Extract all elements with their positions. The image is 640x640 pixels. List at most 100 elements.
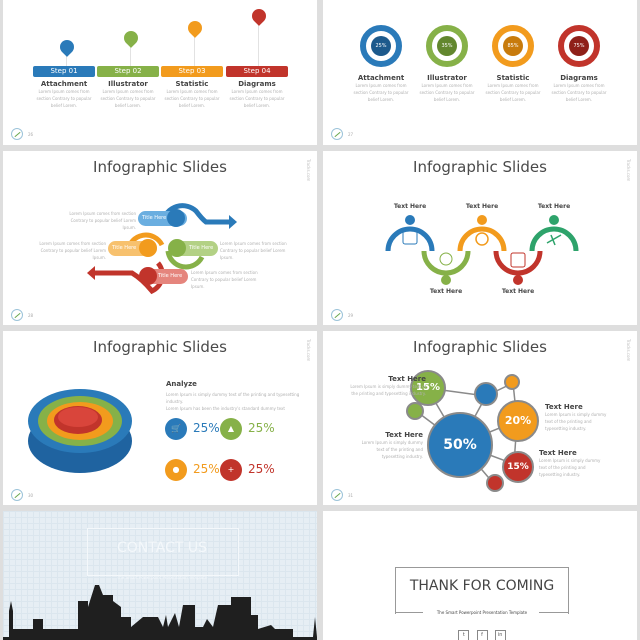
- flow-text: Lorem Ipsum comes from section Contrary …: [191, 269, 271, 290]
- people-icon: ●: [165, 459, 187, 481]
- analyze-text-line: Lorem Ipsum has been the industry's stan…: [166, 406, 285, 411]
- skyline-silhouette: [3, 585, 317, 640]
- bubble-label-heading: Text Here: [388, 375, 426, 383]
- sliders-icon: [510, 252, 526, 268]
- logo-icon: [11, 128, 23, 140]
- stat-value: 25%: [248, 462, 275, 476]
- flow-text-line: Contrary to popular belief Lorem Ipsum.: [40, 248, 106, 260]
- arrow-head-right: [229, 215, 237, 229]
- thanks-subtitle: The Smart Powerpoint Presentation Templa…: [436, 610, 528, 615]
- logo-icon: [331, 489, 343, 501]
- wave-dot: [405, 215, 415, 225]
- slide-bubbles[interactable]: Infographic Slides Tracks.com 50% 20% 15…: [323, 331, 637, 505]
- wave-segment-teal: [529, 226, 579, 252]
- step-title: Diagrams: [238, 80, 276, 88]
- flow-text-line: Contrary to popular belief Lorem Ipsum.: [70, 218, 136, 230]
- step-text: Lorem Ipsum comes from section Contrary …: [36, 89, 92, 108]
- step-column: Attachment Lorem Ipsum comes from sectio…: [33, 80, 95, 109]
- brush-icon: [121, 28, 141, 48]
- bubble-label-text: Lorem Ipsum is simply dummy text of the …: [545, 412, 607, 431]
- bubble-medium: 20%: [497, 400, 539, 442]
- flow-text-line: Lorem Ipsum comes from section: [39, 241, 106, 246]
- twitter-icon[interactable]: t: [458, 630, 470, 640]
- wave-dot: [441, 275, 451, 285]
- ring-text: Lorem Ipsum comes from section Contrary …: [353, 83, 409, 102]
- slide-contact[interactable]: CONTACT US The Smart Powerpoint Presenta…: [3, 511, 317, 640]
- page-number: 26: [28, 132, 34, 137]
- user-icon: [504, 374, 520, 390]
- slide-analyze[interactable]: Infographic Slides Tracks.com Analyze Lo…: [3, 331, 317, 505]
- stat-value: 25%: [193, 462, 220, 476]
- bubble-small: 15%: [502, 451, 534, 483]
- slide-wave-timeline[interactable]: Infographic Slides Tracks.com Text Here …: [323, 151, 637, 325]
- flow-text-line: Lorem Ipsum comes from section: [69, 211, 136, 216]
- contact-heading: CONTACT US: [117, 540, 207, 556]
- bubble-label: Text Here Lorem Ipsum is simply dummy te…: [358, 431, 423, 460]
- flow-text-line: Contrary to popular belief Lorem Ipsum.: [191, 277, 257, 289]
- bubble-label-text: Lorem Ipsum is simply dummy text of the …: [350, 384, 426, 396]
- step-column: Statistic Lorem Ipsum comes from section…: [161, 80, 223, 109]
- facebook-icon[interactable]: f: [476, 630, 488, 640]
- slide-title: Infographic Slides: [93, 338, 227, 356]
- slide-arrow-flow[interactable]: Infographic Slides Tracks.com Title Here…: [3, 151, 317, 325]
- step-label: Step 01: [33, 66, 95, 77]
- step-title: Attachment: [40, 80, 88, 88]
- stat-value: 25%: [193, 421, 220, 435]
- flow-paths: [87, 203, 237, 295]
- side-label: Tracks.com: [306, 339, 311, 362]
- step-text: Lorem Ipsum comes from section Contrary …: [164, 89, 220, 108]
- flow-text: Lorem Ipsum comes from section Contrary …: [220, 240, 300, 261]
- wave-segment-green: [421, 250, 471, 276]
- 3d-ring-chart: [28, 389, 132, 473]
- page-number: 29: [348, 313, 354, 318]
- slide-steps[interactable]: Step 01 Step 02 Step 03 Step 04 Attachme…: [3, 0, 317, 145]
- ring-column: Statistic Lorem Ipsum comes from section…: [482, 74, 544, 103]
- ring-text: Lorem Ipsum comes from section Contrary …: [551, 83, 607, 102]
- wave-label: Text Here: [465, 203, 499, 210]
- slide-progress-rings[interactable]: 25% 35% 85% 75% Attachment Lorem Ipsum c…: [323, 0, 637, 145]
- page-number: 31: [348, 493, 354, 498]
- graduation-cap-icon: ▲: [220, 418, 242, 440]
- step-label: Step 02: [97, 66, 159, 77]
- home-icon: [474, 382, 498, 406]
- ring-title: Diagrams: [560, 74, 598, 82]
- city-skyline: [3, 585, 317, 640]
- page-number: 28: [28, 313, 34, 318]
- thanks-heading: THANK FOR COMING: [409, 578, 555, 594]
- logo-icon: [11, 309, 23, 321]
- flow-text-line: Contrary to popular belief Lorem Ipsum.: [220, 248, 286, 260]
- ring-value: 75%: [569, 36, 589, 56]
- flow-text-line: Lorem Ipsum comes from section: [191, 270, 258, 275]
- analyze-text: Lorem Ipsum is simply dummy text of the …: [166, 391, 306, 412]
- step-text: Lorem Ipsum comes from section Contrary …: [229, 89, 285, 108]
- ring-column: Illustrator Lorem Ipsum comes from secti…: [416, 74, 478, 103]
- step-title: Statistic: [175, 80, 209, 88]
- ring-title: Statistic: [496, 74, 530, 82]
- bar-chart-icon: [168, 239, 186, 257]
- bubble-label-heading: Text Here: [545, 403, 583, 411]
- wave-segment-red: [493, 250, 543, 276]
- slide-thank-you[interactable]: THANK FOR COMING The Smart Powerpoint Pr…: [323, 511, 637, 640]
- calendar-icon: [402, 230, 418, 245]
- linkedin-icon[interactable]: in: [494, 630, 506, 640]
- shield-icon: [406, 402, 424, 420]
- bubble-label-text: Lorem Ipsum is simply dummy text of the …: [361, 440, 423, 459]
- step-text: Lorem Ipsum comes from section Contrary …: [100, 89, 156, 108]
- dollar-icon: [139, 267, 157, 285]
- ring-value: 85%: [503, 36, 523, 56]
- step-column: Illustrator Lorem Ipsum comes from secti…: [97, 80, 159, 109]
- trend-down-icon: [486, 474, 504, 492]
- contact-subtitle: The Smart Powerpoint Presentation Templa…: [116, 575, 208, 580]
- page-number: 27: [348, 132, 354, 137]
- ring-text: Lorem Ipsum comes from section Contrary …: [419, 83, 475, 102]
- ring-value: 35%: [437, 36, 457, 56]
- wave-label: Text Here: [537, 203, 571, 210]
- ring-title: Illustrator: [427, 74, 467, 82]
- gear-icon: [475, 232, 489, 246]
- wave-label: Text Here: [429, 288, 463, 295]
- flow-text-line: Lorem Ipsum comes from section: [220, 241, 287, 246]
- clipboard-icon: [167, 209, 185, 227]
- logo-icon: [11, 489, 23, 501]
- analyze-text-line: Lorem Ipsum is simply dummy text of the …: [166, 392, 300, 404]
- ring-text: Lorem Ipsum comes from section Contrary …: [485, 83, 541, 102]
